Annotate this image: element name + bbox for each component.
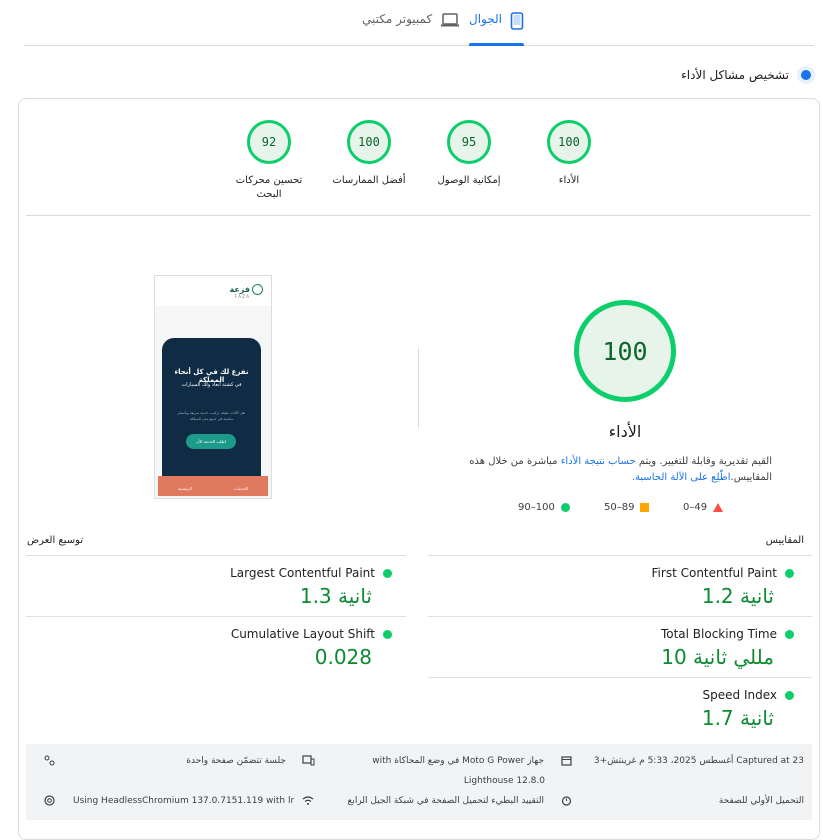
metric-name: Largest Contentful Paint xyxy=(230,566,375,580)
metric-value: 1.2 ثانية xyxy=(701,584,774,608)
chrome-icon xyxy=(44,795,55,806)
preview-header: فزعة F A Z A xyxy=(155,276,271,306)
tab-mobile-label: الجوال xyxy=(469,12,502,26)
legend-bad-label: 0–49 xyxy=(683,502,708,513)
metric-name: First Contentful Paint xyxy=(651,566,777,580)
metric-value: 1.7 ثانية xyxy=(701,706,774,730)
devices-icon xyxy=(302,755,315,766)
vertical-divider xyxy=(418,348,419,428)
gauge-score: 100 xyxy=(547,120,591,164)
metric-tbt: Total Blocking Time 10 مللي ثانية xyxy=(428,627,794,669)
expand-view-toggle[interactable]: توسيع العرض xyxy=(27,535,83,546)
preview-logo-sub: F A Z A xyxy=(234,294,249,299)
metric-divider xyxy=(428,677,812,678)
gauge-score: 92 xyxy=(247,120,291,164)
metric-divider xyxy=(428,616,812,617)
gauge-score: 100 xyxy=(347,120,391,164)
metric-value: 0.028 xyxy=(314,645,372,669)
metric-divider xyxy=(26,555,406,556)
runtime-settings: Captured at 23 أغسطس 2025، 5:33 م غرينتش… xyxy=(26,744,812,820)
calendar-icon xyxy=(561,756,572,766)
lighthouse-version: Lighthouse 12.8.0 xyxy=(463,776,545,786)
gauge-label: أفضل الممارسات xyxy=(332,175,406,186)
laptop-icon xyxy=(441,13,460,27)
metric-name: Speed Index xyxy=(702,688,777,702)
metric-value: 1.3 ثانية xyxy=(299,584,372,608)
metric-speed-index: Speed Index 1.7 ثانية xyxy=(428,688,794,730)
gauge-label: الأداء xyxy=(558,175,580,186)
metric-name: Total Blocking Time xyxy=(660,627,777,641)
category-gauge-seo[interactable]: 92 تحسين محركات البحث xyxy=(219,120,319,202)
calculator-link[interactable]: اطّلِع على الآلة الحاسبة. xyxy=(632,472,731,483)
legend-average: 50–89 xyxy=(604,502,650,513)
good-status-icon xyxy=(383,568,392,578)
performance-score-gauge: 100 xyxy=(574,300,676,402)
preview-cta-button: اطلب الخدمة الآن xyxy=(186,434,236,449)
good-status-icon xyxy=(785,568,794,578)
preview-nav-item: الخدمات xyxy=(233,486,248,491)
timer-icon xyxy=(561,796,572,806)
circle-icon xyxy=(560,503,570,512)
legend-bad: 0–49 xyxy=(683,502,724,513)
score-calc-link[interactable]: حساب نتيجة الأداء xyxy=(561,456,636,467)
page-screenshot-thumbnail[interactable]: فزعة F A Z A نفزع لك في كل أنحاء المملكة… xyxy=(154,275,272,499)
tab-desktop-label: كمبيوتر مكتبي xyxy=(362,12,433,26)
triangle-icon xyxy=(713,503,724,512)
metric-cls: Cumulative Layout Shift 0.028 xyxy=(26,627,392,669)
metric-fcp: First Contentful Paint 1.2 ثانية xyxy=(428,566,794,608)
divider xyxy=(26,215,811,216)
good-status-icon xyxy=(785,690,794,700)
good-status-icon xyxy=(785,629,794,639)
legend-good-label: 90–100 xyxy=(518,502,555,513)
diagnose-icon xyxy=(797,66,815,84)
metric-value: 10 مللي ثانية xyxy=(661,645,774,669)
metric-divider xyxy=(26,616,406,617)
wifi-icon xyxy=(302,796,314,805)
category-gauge-accessibility[interactable]: 95 إمكانية الوصول xyxy=(419,120,519,188)
captured-at: Captured at 23 أغسطس 2025، 5:33 م غرينتش… xyxy=(593,756,804,766)
active-tab-indicator xyxy=(469,43,524,46)
tab-mobile[interactable]: الجوال xyxy=(469,12,524,46)
performance-description: القيم تقديرية وقابلة للتغيير. ويتم حساب … xyxy=(469,456,772,483)
gauge-label: إمكانية الوصول xyxy=(437,175,501,186)
legend-good: 90–100 xyxy=(518,502,570,513)
preview-nav-item: الرئيسية xyxy=(178,486,192,491)
gauge-score: 95 xyxy=(447,120,491,164)
tab-desktop[interactable]: كمبيوتر مكتبي xyxy=(362,12,460,44)
good-status-icon xyxy=(383,629,392,639)
emulated-device: جهاز Moto G Power في وضع المحاكاة with xyxy=(372,756,544,766)
browser-info: Using HeadlessChromium 137.0.7151.119 wi… xyxy=(73,796,295,806)
metric-name: Cumulative Layout Shift xyxy=(230,627,375,641)
preview-body: نقل الأثاث، تعبئة، تركيب، خدمة سريعة وبأ… xyxy=(177,411,246,421)
preview-hero: نفزع لك في كل أنحاء المملكة في كشتة أبعا… xyxy=(162,338,261,478)
phone-icon xyxy=(510,12,524,30)
initial-load: التحميل الأولي للصفحة xyxy=(718,796,804,806)
preview-bottom-nav: الرئيسية الخدمات xyxy=(158,476,268,496)
metric-lcp: Largest Contentful Paint 1.3 ثانية xyxy=(26,566,392,608)
performance-title: الأداء xyxy=(608,422,642,441)
report-tabs: الجوال كمبيوتر مكتبي xyxy=(24,0,814,46)
category-gauge-best-practices[interactable]: 100 أفضل الممارسات xyxy=(319,120,419,188)
diagnose-label: تشخيص مشاكل الأداء xyxy=(681,68,789,82)
nodes-icon xyxy=(44,755,55,766)
session-info: جلسة تتضمّن صفحة واحدة xyxy=(186,756,286,766)
legend-average-label: 50–89 xyxy=(604,502,635,513)
diagnose-header[interactable]: تشخيص مشاكل الأداء xyxy=(681,66,815,84)
gauge-label: تحسين محركات البحث xyxy=(235,175,303,200)
metric-divider xyxy=(428,555,812,556)
category-gauge-performance[interactable]: 100 الأداء xyxy=(519,120,619,188)
square-icon xyxy=(640,503,650,512)
throttling-info: التقييد البطيء لتحميل الصفحة في شبكة الج… xyxy=(347,796,544,806)
preview-subheadline: في كشتة أبعاد ولك السيارات xyxy=(181,382,242,388)
metrics-header: المقاييس xyxy=(765,535,804,546)
